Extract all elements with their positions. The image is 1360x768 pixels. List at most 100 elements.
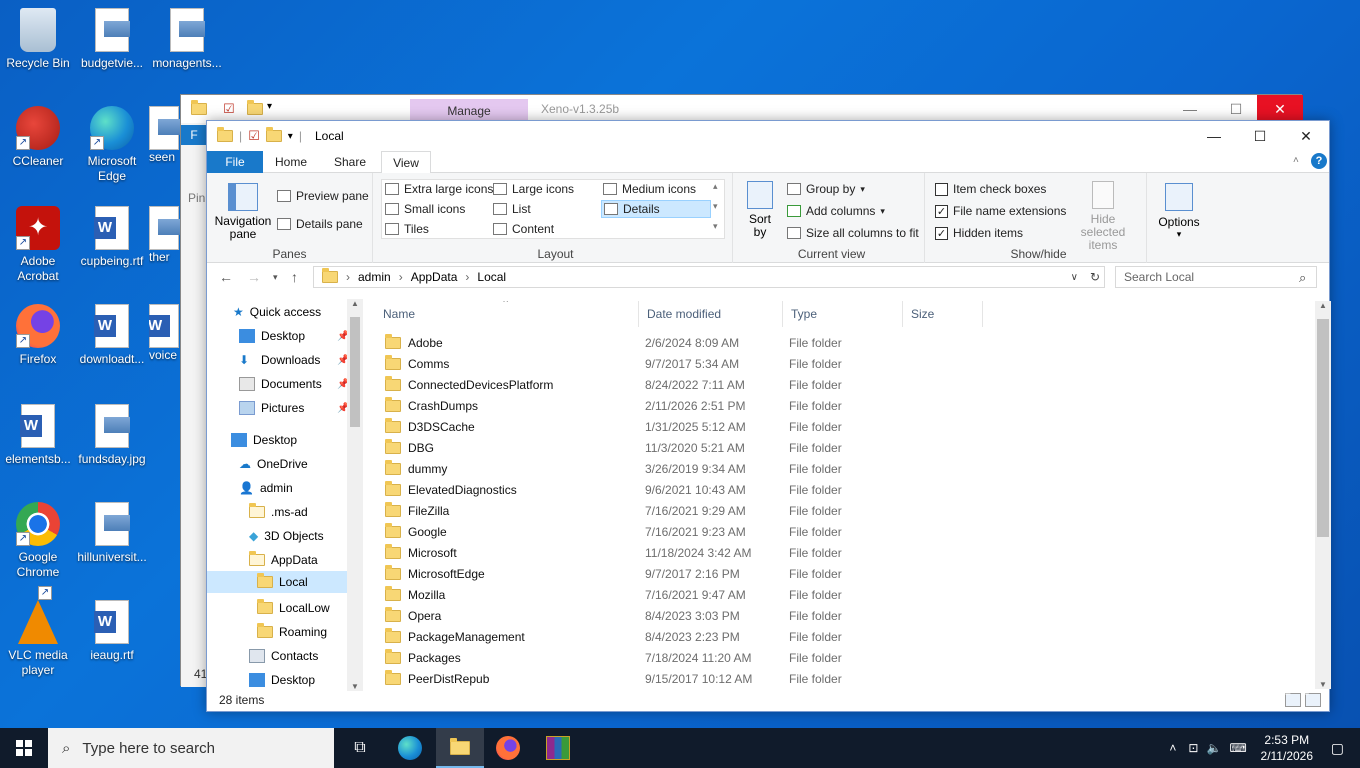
options-button[interactable]: Options ▾ — [1155, 183, 1203, 240]
manage-contextual-tab[interactable]: Manage — [410, 99, 528, 121]
close-icon[interactable]: ✕ — [1283, 121, 1329, 151]
up-arrow-icon[interactable]: ↑ — [291, 269, 298, 285]
file-list-scroll-thumb[interactable] — [1317, 319, 1329, 537]
maximize-icon[interactable]: ☐ — [1237, 121, 1283, 151]
properties-icon[interactable]: ☑ — [248, 128, 260, 144]
desktop-file-icon[interactable]: budgetvie... — [74, 8, 150, 71]
desktop-file-icon[interactable]: elementsb... — [0, 404, 76, 467]
maximize-icon[interactable]: ☐ — [1213, 95, 1259, 123]
taskbar-search[interactable]: ⌕ Type here to search — [48, 728, 334, 768]
group-by-button[interactable]: Group by ▾ — [787, 182, 865, 196]
layout-medium-icons[interactable]: Medium icons — [603, 182, 696, 196]
scroll-down-icon[interactable]: ▼ — [1319, 680, 1327, 689]
table-row[interactable]: dummy 3/26/2019 9:34 AM File folder — [375, 459, 1075, 480]
address-dropdown-icon[interactable]: ∨ — [1071, 272, 1078, 283]
nav-roaming[interactable]: Roaming — [257, 621, 327, 643]
table-row[interactable]: ElevatedDiagnostics 9/6/2021 10:43 AM File… — [375, 480, 1075, 501]
desktop-file-icon[interactable]: ther — [149, 206, 181, 265]
nav-desktop-pinned[interactable]: Desktop 📌 — [239, 325, 349, 347]
tab-view[interactable]: View — [381, 151, 431, 174]
table-row[interactable]: Mozilla 7/16/2021 9:47 AM File folder — [375, 585, 1075, 606]
breadcrumb-appdata[interactable]: AppData — [411, 270, 458, 284]
desktop-file-icon[interactable]: monagents... — [149, 8, 225, 71]
tab-file[interactable]: File — [207, 151, 263, 173]
acrobat-shortcut[interactable]: ✦ Adobe Acrobat — [0, 206, 76, 284]
layout-tiles[interactable]: Tiles — [385, 222, 429, 236]
nav-documents[interactable]: Documents 📌 — [239, 373, 349, 395]
start-button[interactable] — [0, 728, 48, 768]
qat-dropdown-icon[interactable]: ▾ — [267, 101, 272, 112]
scroll-up-icon[interactable]: ▲ — [1319, 301, 1327, 310]
minimize-icon[interactable]: — — [1167, 95, 1213, 123]
tab-share[interactable]: Share — [325, 151, 375, 173]
nav-pictures[interactable]: Pictures 📌 — [239, 397, 349, 419]
nav-appdata[interactable]: AppData — [249, 549, 318, 571]
gallery-scroll-down-icon[interactable]: ▾ — [713, 201, 718, 212]
vlc-shortcut[interactable]: VLC media player — [0, 586, 76, 678]
desktop-file-icon[interactable]: fundsday.jpg — [74, 404, 150, 467]
recent-locations-icon[interactable]: ▾ — [273, 272, 278, 283]
nav-contacts[interactable]: Contacts — [249, 645, 318, 667]
layout-details[interactable]: Details — [601, 200, 711, 218]
table-row[interactable]: MicrosoftEdge 9/7/2017 2:16 PM File folder — [375, 564, 1075, 585]
new-folder-icon[interactable] — [265, 127, 282, 142]
file-name-extensions-toggle[interactable]: ✓ File name extensions — [935, 204, 1066, 218]
table-row[interactable]: D3DSCache 1/31/2025 5:12 AM File folder — [375, 417, 1075, 438]
table-row[interactable]: DBG 11/3/2020 5:21 AM File folder — [375, 438, 1075, 459]
show-hidden-icons-icon[interactable]: ˄ — [1169, 741, 1176, 755]
desktop-file-icon[interactable]: cupbeing.rtf — [74, 206, 150, 269]
keyboard-icon[interactable]: ⌨ — [1229, 741, 1246, 755]
explorer-window[interactable]: | ☑ ▾ | Local — ☐ ✕ File Home Share View… — [206, 120, 1331, 712]
network-icon[interactable]: ⊡ — [1188, 741, 1198, 755]
layout-large-icons[interactable]: Large icons — [493, 182, 574, 196]
layout-extra-large-icons[interactable]: Extra large icons — [385, 182, 493, 196]
desktop-file-icon[interactable]: seen — [149, 106, 181, 165]
table-row[interactable]: Microsoft 11/18/2024 3:42 AM File folder — [375, 543, 1075, 564]
sort-by-button[interactable]: Sort by — [743, 181, 777, 239]
firefox-shortcut[interactable]: Firefox — [0, 304, 76, 367]
nav-quick-access[interactable]: ★ Quick access — [233, 301, 321, 323]
column-size[interactable]: Size — [903, 301, 983, 327]
desktop-file-icon[interactable]: ieaug.rtf — [74, 600, 150, 663]
table-row[interactable]: PeerDistRepub 9/15/2017 10:12 AM File fold… — [375, 669, 1075, 687]
address-bar[interactable]: › admin › AppData › Local ∨ ↻ — [313, 266, 1105, 288]
clock[interactable]: 2:53 PM 2/11/2026 — [1257, 732, 1317, 764]
hide-selected-items-button[interactable]: Hide selected items — [1067, 181, 1139, 252]
preview-pane-button[interactable]: Preview pane — [277, 189, 369, 203]
nav-locallow[interactable]: LocalLow — [257, 597, 330, 619]
breadcrumb-admin[interactable]: admin — [358, 270, 391, 284]
recycle-bin-icon[interactable]: Recycle Bin — [0, 8, 76, 71]
layout-small-icons[interactable]: Small icons — [385, 202, 465, 216]
navigation-pane-button[interactable]: Navigation pane — [213, 183, 273, 241]
chrome-shortcut[interactable]: Google Chrome — [0, 502, 76, 580]
nav-ms-ad[interactable]: .ms-ad — [249, 501, 308, 523]
gallery-expand-icon[interactable]: ▾ — [713, 221, 718, 232]
notifications-icon[interactable]: ▢ — [1331, 740, 1344, 757]
collapse-ribbon-icon[interactable]: ˄ — [1293, 155, 1299, 166]
table-row[interactable]: PackageManagement 8/4/2023 2:23 PM File fo… — [375, 627, 1075, 648]
help-icon[interactable]: ? — [1311, 153, 1327, 169]
table-row[interactable]: Comms 9/7/2017 5:34 AM File folder — [375, 354, 1075, 375]
breadcrumb-local[interactable]: Local — [477, 270, 506, 284]
size-all-columns-button[interactable]: Size all columns to fit — [787, 226, 919, 240]
qat-dropdown-icon[interactable]: ▾ — [288, 131, 293, 142]
minimize-icon[interactable]: — — [1191, 121, 1237, 151]
desktop-file-icon[interactable]: voice — [149, 304, 181, 363]
table-row[interactable]: Google 7/16/2021 9:23 AM File folder — [375, 522, 1075, 543]
column-type[interactable]: Type — [783, 301, 903, 327]
nav-desktop[interactable]: Desktop — [231, 429, 297, 451]
nav-downloads[interactable]: ⬇ Downloads 📌 — [239, 349, 349, 371]
gallery-scroll-up-icon[interactable]: ▴ — [713, 181, 718, 192]
layout-list[interactable]: List — [493, 202, 531, 216]
background-file-tab[interactable]: F — [181, 125, 207, 145]
task-view-icon[interactable]: ⧉ — [348, 736, 372, 760]
table-row[interactable]: Packages 7/18/2024 11:20 AM File folder — [375, 648, 1075, 669]
scroll-down-icon[interactable]: ▼ — [351, 682, 359, 691]
ccleaner-shortcut[interactable]: CCleaner — [0, 106, 76, 169]
item-check-boxes-toggle[interactable]: Item check boxes — [935, 182, 1046, 196]
scroll-up-icon[interactable]: ▲ — [351, 299, 359, 308]
layout-content[interactable]: Content — [493, 222, 554, 236]
volume-icon[interactable]: 🔈 — [1206, 741, 1221, 755]
table-row[interactable]: FileZilla 7/16/2021 9:29 AM File folder — [375, 501, 1075, 522]
nav-pane-scroll-thumb[interactable] — [350, 317, 360, 427]
